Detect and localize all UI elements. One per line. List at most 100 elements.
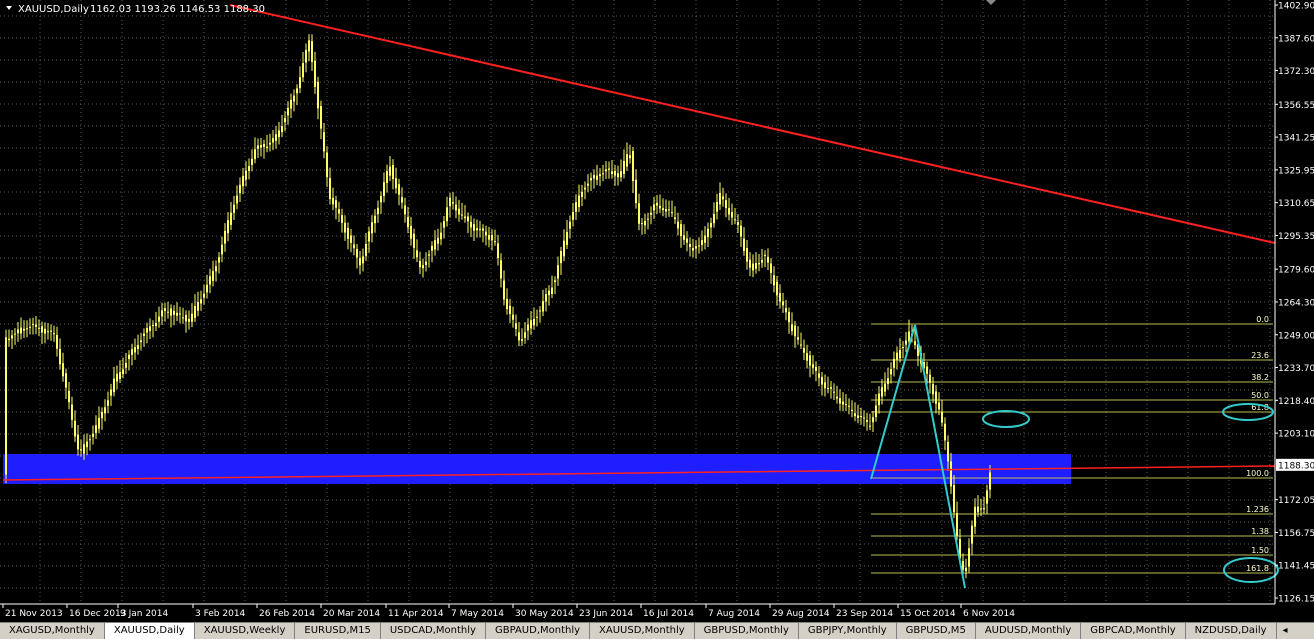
candle-body bbox=[848, 405, 850, 407]
candle-body bbox=[242, 175, 244, 187]
candle-body bbox=[95, 425, 97, 433]
tab-gbpusd-monthly[interactable]: GBPUSD,Monthly bbox=[695, 623, 799, 639]
price-label: 1156.75 bbox=[1278, 529, 1314, 539]
candle-body bbox=[587, 183, 589, 186]
candle-body bbox=[137, 345, 139, 350]
candle-body bbox=[308, 40, 310, 52]
candle-body bbox=[239, 184, 241, 194]
candle-body bbox=[119, 372, 121, 379]
tab-scroll-left-icon[interactable]: ◂ bbox=[1277, 623, 1294, 639]
candle-body bbox=[71, 404, 73, 420]
candle-body bbox=[818, 373, 820, 378]
candle-body bbox=[461, 214, 463, 216]
tab-audusd-monthly[interactable]: AUDUSD,Monthly bbox=[976, 623, 1082, 639]
candle-body bbox=[515, 323, 517, 330]
candle-body bbox=[482, 228, 484, 231]
tab-nzdusd-daily[interactable]: NZDUSD,Daily bbox=[1186, 623, 1277, 639]
tab-usdcad-monthly[interactable]: USDCAD,Monthly bbox=[381, 623, 486, 639]
time-label: 16 Jul 2014 bbox=[643, 609, 694, 619]
time-label: 30 May 2014 bbox=[515, 609, 574, 619]
candle-body bbox=[503, 280, 505, 300]
candle-body bbox=[389, 166, 391, 176]
candle-body bbox=[8, 338, 10, 341]
candle-body bbox=[752, 263, 754, 271]
candle-body bbox=[536, 316, 538, 318]
tab-gbpaud-monthly[interactable]: GBPAUD,Monthly bbox=[486, 623, 591, 639]
tab-xauusd-monthly[interactable]: XAUUSD,Monthly bbox=[590, 623, 695, 639]
support-zone bbox=[3, 454, 1071, 484]
candle-body bbox=[971, 525, 973, 544]
candle-body bbox=[143, 333, 145, 337]
candle-body bbox=[854, 413, 856, 417]
candle-body bbox=[179, 313, 181, 315]
candle-body bbox=[986, 490, 988, 504]
candle-body bbox=[494, 241, 496, 243]
candle-body bbox=[914, 341, 916, 346]
candle-body bbox=[38, 327, 40, 329]
candle-body bbox=[953, 485, 955, 513]
tab-eurusd-m15[interactable]: EURUSD,M15 bbox=[295, 623, 381, 639]
candle-body bbox=[68, 390, 70, 403]
candle-body bbox=[386, 170, 388, 183]
candle-body bbox=[878, 393, 880, 406]
candle-body bbox=[248, 166, 250, 171]
candle-body bbox=[338, 209, 340, 214]
candle-body bbox=[899, 349, 901, 359]
time-label: 29 Aug 2014 bbox=[772, 609, 830, 619]
tab-xauusd-weekly[interactable]: XAUUSD,Weekly bbox=[195, 623, 296, 639]
candle-body bbox=[803, 347, 805, 353]
candle-body bbox=[224, 230, 226, 244]
candle-body bbox=[32, 323, 34, 325]
candle-body bbox=[929, 374, 931, 383]
candle-body bbox=[716, 202, 718, 212]
candle-body bbox=[842, 401, 844, 405]
tab-gbpcad-monthly[interactable]: GBPCAD,Monthly bbox=[1081, 623, 1186, 639]
candle-body bbox=[335, 200, 337, 208]
candle-body bbox=[419, 260, 421, 268]
candle-body bbox=[680, 224, 682, 236]
candle-body bbox=[113, 378, 115, 393]
tab-gbpjpy-monthly[interactable]: GBPJPY,Monthly bbox=[799, 623, 897, 639]
price-label: 1341.25 bbox=[1278, 134, 1314, 144]
candle-body bbox=[164, 308, 166, 312]
candle-body bbox=[743, 238, 745, 251]
candle-body bbox=[59, 348, 61, 365]
candle-body bbox=[656, 202, 658, 206]
candle-body bbox=[86, 441, 88, 448]
candle-body bbox=[275, 134, 277, 141]
fib-level-label: 38.2 bbox=[1251, 373, 1269, 382]
candle-body bbox=[584, 187, 586, 190]
candle-body bbox=[371, 222, 373, 234]
tab-xagusd-monthly[interactable]: XAGUSD,Monthly bbox=[0, 623, 105, 639]
candle-body bbox=[404, 205, 406, 215]
candle-body bbox=[401, 197, 403, 203]
candle-body bbox=[233, 204, 235, 213]
candle-body bbox=[11, 335, 13, 339]
candle-body bbox=[800, 344, 802, 346]
price-chart[interactable]: 0.023.638.250.061.8100.01.2361.381.50161… bbox=[0, 0, 1314, 622]
candle-body bbox=[827, 388, 829, 390]
candle-body bbox=[488, 235, 490, 240]
price-label: 1264.30 bbox=[1278, 298, 1314, 308]
tab-gbpusd-m5[interactable]: GBPUSD,M5 bbox=[897, 623, 976, 639]
candle-body bbox=[863, 417, 865, 419]
candle-body bbox=[434, 240, 436, 250]
candle-body bbox=[728, 208, 730, 215]
candle-body bbox=[776, 281, 778, 296]
candle-body bbox=[983, 508, 985, 510]
candle-body bbox=[317, 81, 319, 109]
candle-body bbox=[968, 548, 970, 567]
candle-body bbox=[227, 220, 229, 234]
candle-body bbox=[947, 442, 949, 462]
candle-body bbox=[542, 301, 544, 312]
candle-body bbox=[719, 192, 721, 205]
candle-body bbox=[614, 170, 616, 176]
tab-xauusd-daily[interactable]: XAUUSD,Daily bbox=[104, 623, 195, 639]
candle-body bbox=[152, 324, 154, 326]
candle-body bbox=[554, 280, 556, 283]
candle-body bbox=[647, 218, 649, 220]
candle-body bbox=[785, 307, 787, 313]
candle-body bbox=[620, 171, 622, 178]
candle-body bbox=[158, 316, 160, 322]
candle-body bbox=[644, 220, 646, 226]
